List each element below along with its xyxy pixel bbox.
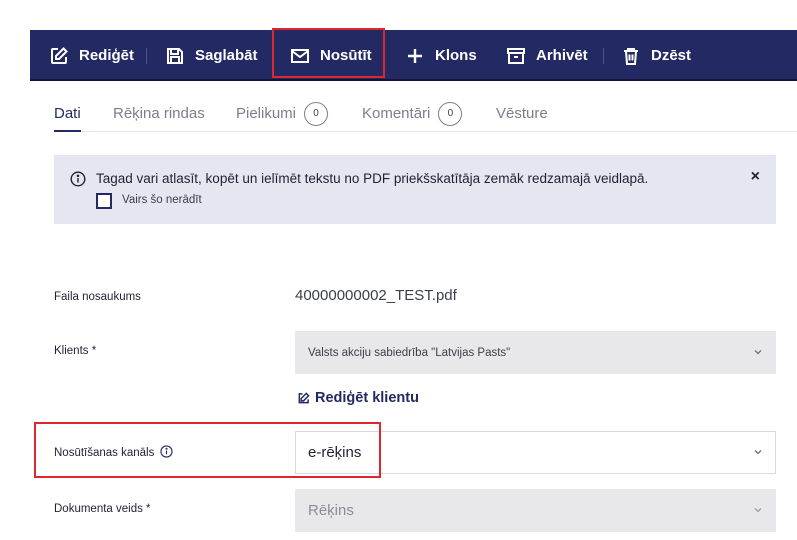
delete-button-label: Dzēst [651,47,692,64]
delete-button[interactable]: Dzēst [621,30,691,81]
plus-icon [408,48,422,63]
action-toolbar: Rediģēt Saglabāt Nosūtīt Klons Arhivēt D… [30,30,797,81]
clone-button[interactable]: Klons [405,30,477,81]
archive-icon [507,47,525,64]
attachments-count-badge: 0 [304,101,329,126]
tab-invoice-lines[interactable]: Rēķina rindas [113,96,205,131]
tab-bar: Dati Rēķina rindas Pielikumi 0 Komentāri… [54,96,797,132]
tab-label: Rēķina rindas [113,105,205,122]
edit-client-label: Rediģēt klientu [315,390,419,406]
edit-button[interactable]: Rediģēt [49,30,134,81]
tab-label: Dati [54,105,81,122]
save-button-label: Saglabāt [195,47,258,64]
edit-client-link[interactable]: Rediģēt klientu [297,390,419,406]
chevron-down-icon [754,450,762,455]
save-button[interactable]: Saglabāt [165,30,258,81]
comments-count-badge: 0 [438,101,463,126]
info-notice: Tagad vari atlasīt, kopēt un ielīmēt tek… [54,155,776,224]
edit-icon [298,391,310,403]
client-select-value: Valsts akciju sabiedrība "Latvijas Pasts… [308,346,511,359]
close-icon[interactable]: × [751,168,760,186]
chevron-down-icon [754,508,762,513]
tab-label: Vēsture [496,105,548,122]
tab-history[interactable]: Vēsture [496,96,548,131]
client-label: Klients * [54,345,97,357]
sending-channel-label: Nosūtīšanas kanāls [54,445,174,459]
archive-button-label: Arhivēt [536,47,588,64]
sending-channel-label-text: Nosūtīšanas kanāls [54,447,155,459]
document-type-label: Dokumenta veids * [54,503,151,515]
tab-attachments[interactable]: Pielikumi 0 [236,96,329,131]
dont-show-again-label: Vairs šo nerādīt [122,194,202,206]
archive-button[interactable]: Arhivēt [506,30,588,81]
clone-button-label: Klons [435,47,477,64]
dont-show-again-checkbox[interactable] [96,193,112,209]
sending-channel-value: e-rēķins [308,444,362,461]
file-name-value: 40000000002_TEST.pdf [295,287,457,304]
edit-icon [51,46,68,64]
file-name-label: Faila nosaukums [54,291,141,303]
send-button[interactable]: Nosūtīt [290,30,372,81]
chevron-down-icon [754,350,762,355]
info-icon[interactable] [160,445,174,458]
info-message: Tagad vari atlasīt, kopēt un ielīmēt tek… [96,171,649,186]
edit-button-label: Rediģēt [79,47,135,64]
toolbar-divider [146,48,147,64]
tab-label: Komentāri [362,105,431,122]
tab-comments[interactable]: Komentāri 0 [362,96,463,131]
toolbar-divider [603,48,604,64]
save-icon [167,47,183,64]
send-button-label: Nosūtīt [320,47,372,64]
trash-icon [624,47,638,65]
client-select[interactable]: Valsts akciju sabiedrība "Latvijas Pasts… [295,331,776,374]
document-type-value: Rēķins [308,502,354,519]
envelope-icon [291,48,309,63]
tab-label: Pielikumi [236,105,297,122]
tab-data[interactable]: Dati [54,96,81,132]
sending-channel-select[interactable]: e-rēķins [295,431,776,474]
info-icon [70,171,86,187]
document-type-select[interactable]: Rēķins [295,489,776,532]
